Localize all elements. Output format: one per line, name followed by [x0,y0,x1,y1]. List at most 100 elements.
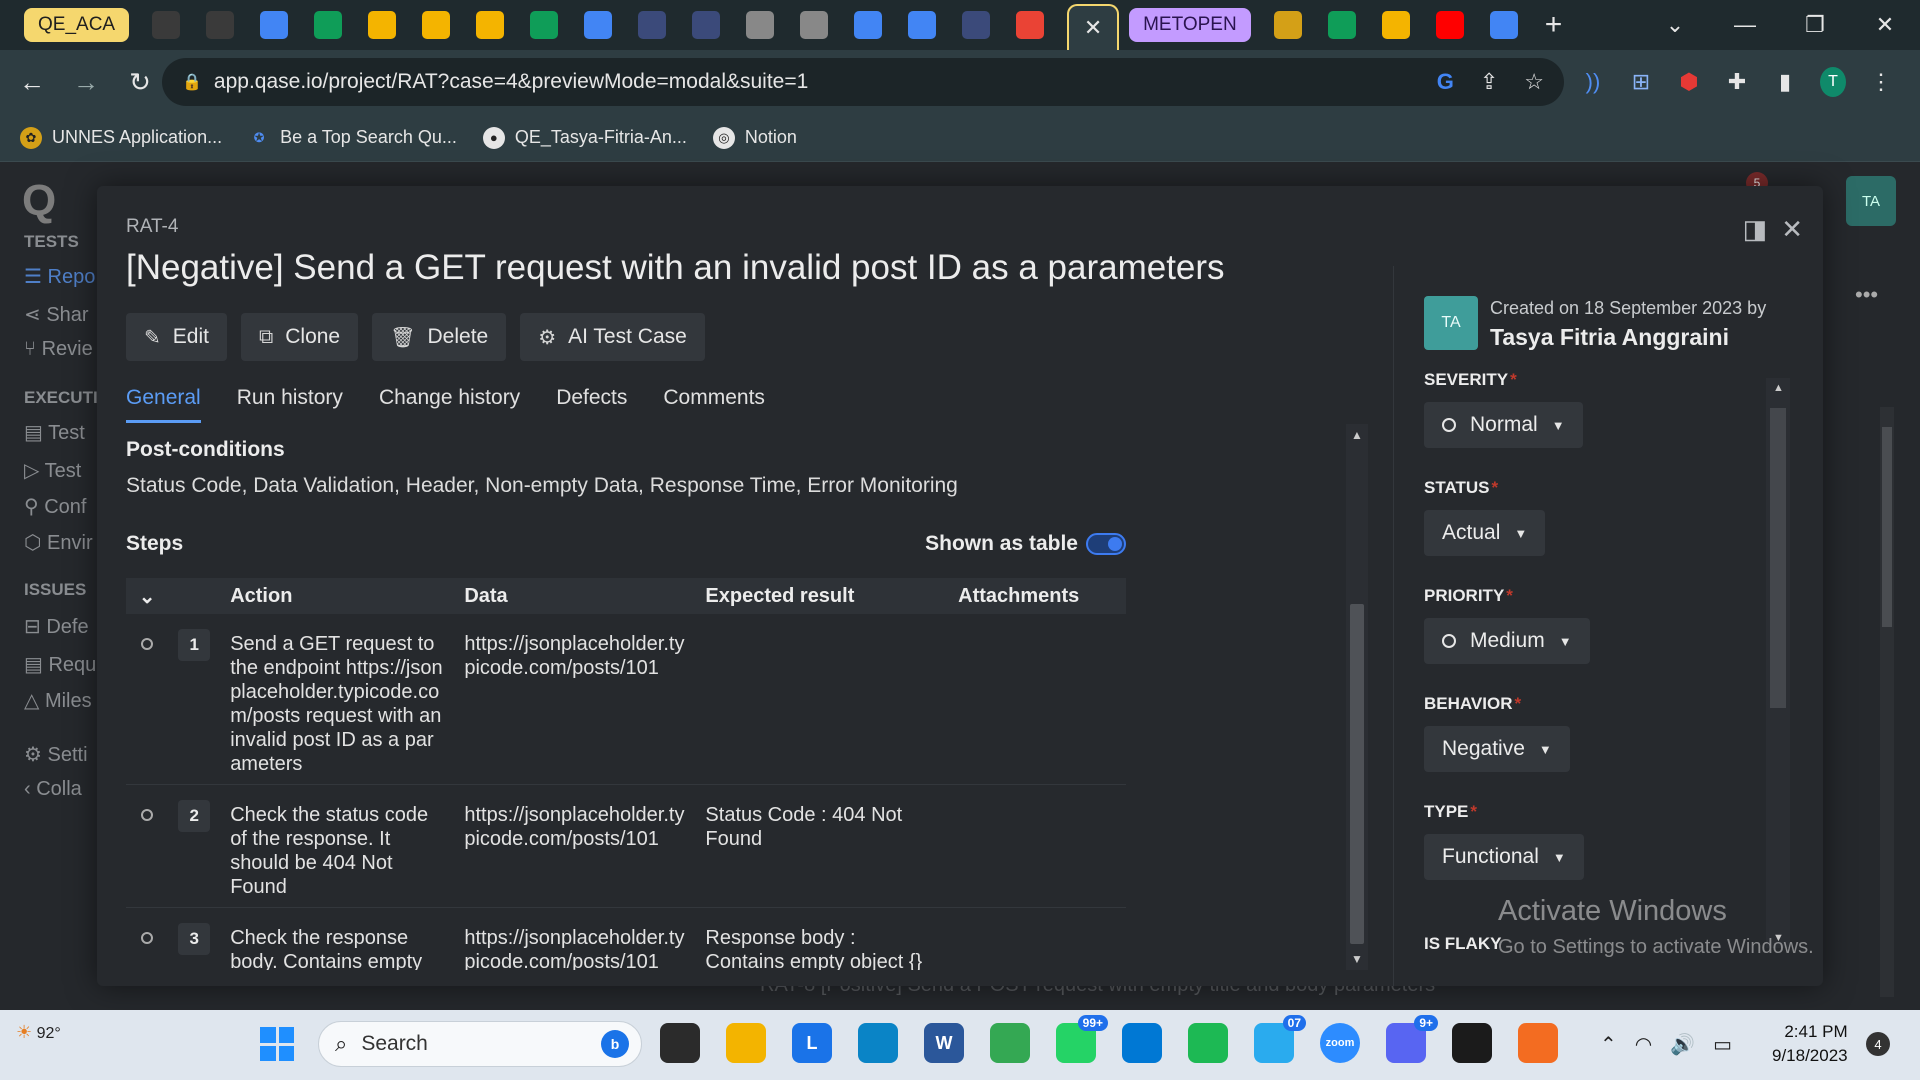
l-app-icon[interactable]: L [792,1023,832,1063]
discord-icon[interactable]: 9+ [1386,1015,1438,1063]
vscode-icon[interactable] [1122,1023,1162,1063]
status-select[interactable]: Actual ▼ [1424,510,1546,556]
weather-widget[interactable]: ☀ 92° [16,1022,61,1043]
clone-button[interactable]: ⧉ Clone [240,313,359,361]
github-icon[interactable] [206,11,235,39]
delete-button[interactable]: 🗑 Delete [372,313,507,361]
type-select[interactable]: Functional ▼ [1424,834,1584,880]
toggle-switch[interactable] [1086,533,1126,555]
tab-group-metopen[interactable]: METOPEN [1129,8,1251,42]
calendar-icon[interactable] [908,11,937,39]
menu-kebab-icon[interactable]: ⋮ [1868,69,1894,95]
extension-translate-icon[interactable]: ⊞ [1628,69,1654,95]
step-status-icon[interactable] [141,638,154,650]
sidebar-item-environments[interactable]: ⬡ Envir [24,530,93,555]
sidebar-item-configurations[interactable]: ⚲ Conf [24,494,86,519]
zoom-icon[interactable]: zoom [1320,1023,1360,1063]
word-icon[interactable]: W [924,1023,964,1063]
bookmark-top-search[interactable]: ✪ Be a Top Search Qu... [248,127,457,149]
bookmark-github[interactable]: ● QE_Tasya-Fitria-An... [482,126,687,149]
app-icon[interactable] [638,11,667,39]
tab-group-qe-aca[interactable]: QE_ACA [24,8,130,42]
priority-select[interactable]: Medium ▼ [1424,618,1590,664]
battery-icon[interactable]: ▭ [1713,1032,1732,1057]
github-icon[interactable] [152,11,181,39]
file-explorer-icon[interactable] [726,1023,766,1063]
step-status-icon[interactable] [141,809,154,821]
properties-scrollbar[interactable]: ▲ ▼ [1766,378,1790,948]
restore-icon[interactable]: ❐ [1780,12,1850,38]
sidebar-item-milestones[interactable]: △ Miles [24,688,92,713]
taskbar-search[interactable]: ⌕ Search b [318,1021,642,1067]
drive-icon[interactable] [368,11,397,39]
docs-icon[interactable] [584,11,613,39]
notification-count[interactable]: 4 [1866,1032,1890,1056]
show-hidden-icons-icon[interactable]: ⌃ [1600,1032,1617,1057]
step-data-link[interactable]: https://jsonplaceholder.typicode.com/pos… [454,907,696,970]
sidebar-item-test-runs[interactable]: ▤ Test [24,420,85,445]
active-tab-close-button[interactable]: ✕ [1067,4,1120,50]
extension-adblock-icon[interactable]: ⬢ [1676,69,1702,95]
wifi-icon[interactable]: ◠ [1635,1032,1652,1057]
table-row[interactable]: 1 Send a GET request to the endpoint htt… [126,614,1126,785]
bookmark-notion[interactable]: ◎ Notion [712,126,797,149]
globe-icon[interactable] [800,11,829,39]
open-panel-icon[interactable]: ◨ [1743,214,1768,245]
drive-icon[interactable] [476,11,505,39]
content-scrollbar[interactable]: ▲ ▼ [1346,424,1368,970]
reload-icon[interactable]: ↻ [118,67,162,98]
extensions-puzzle-icon[interactable]: ✚ [1724,69,1750,95]
forward-icon[interactable]: → [64,67,108,98]
docs-icon[interactable] [260,11,289,39]
behavior-select[interactable]: Negative ▼ [1424,726,1570,772]
tab-change-history[interactable]: Change history [379,386,520,423]
new-tab-button[interactable]: + [1545,8,1563,42]
step-status-icon[interactable] [141,932,154,944]
sidebar-item-test-plans[interactable]: ▷ Test [24,458,81,483]
sidebar-item-settings[interactable]: ⚙ Setti [24,742,88,767]
shown-as-table-toggle[interactable]: Shown as table [925,532,1126,556]
whatsapp-icon[interactable]: 99+ [1056,1015,1108,1063]
severity-select[interactable]: Normal ▼ [1424,402,1583,448]
pen-app-icon[interactable] [1518,1023,1558,1063]
side-panel-icon[interactable]: ▮ [1772,69,1798,95]
more-options-icon[interactable]: ••• [1855,282,1878,308]
collapse-all-icon[interactable]: ⌄ [126,578,169,614]
volume-icon[interactable]: 🔊 [1670,1032,1695,1057]
sidebar-item-repository[interactable]: ☰ Repo [24,264,95,289]
tab-defects[interactable]: Defects [556,386,627,423]
clock[interactable]: 2:41 PM 9/18/2023 [1772,1020,1848,1068]
close-window-icon[interactable]: ✕ [1850,12,1920,38]
sidebar-item-defects[interactable]: ⊟ Defe [24,614,89,639]
docs-icon[interactable] [854,11,883,39]
profile-avatar[interactable]: T [1820,67,1846,97]
edit-button[interactable]: ✎ Edit [126,313,227,361]
url-text[interactable]: app.qase.io/project/RAT?case=4&previewMo… [214,70,808,94]
globe-icon[interactable] [746,11,775,39]
step-data-link[interactable]: https://jsonplaceholder.typicode.com/pos… [454,614,696,785]
close-icon[interactable]: ✕ [1781,214,1803,245]
sidebar-item-collapse[interactable]: ‹ Colla [24,778,82,801]
start-button[interactable] [260,1027,294,1061]
chrome-icon[interactable] [990,1023,1030,1063]
extension-audio-icon[interactable]: )) [1580,69,1606,95]
translate-icon[interactable] [1489,11,1518,39]
user-avatar[interactable]: TA [1846,176,1896,226]
sidebar-item-requirements[interactable]: ▤ Requ [24,652,96,677]
tab-comments[interactable]: Comments [663,386,765,423]
table-row[interactable]: 2 Check the status code of the response.… [126,784,1126,908]
app-icon[interactable] [692,11,721,39]
sticky-notes-icon[interactable] [1452,1023,1492,1063]
sheets-icon[interactable] [314,11,343,39]
app-icon[interactable] [962,11,991,39]
minimize-icon[interactable]: — [1710,12,1780,38]
unnes-icon[interactable] [1273,11,1302,39]
tab-search-icon[interactable]: ⌄ [1640,12,1710,38]
edge-icon[interactable] [858,1023,898,1063]
bookmark-star-icon[interactable]: ☆ [1524,69,1544,95]
step-data-link[interactable]: https://jsonplaceholder.typicode.com/pos… [454,784,696,908]
back-icon[interactable]: ← [10,67,54,98]
gmail-icon[interactable] [1016,11,1045,39]
address-bar[interactable]: 🔒 app.qase.io/project/RAT?case=4&preview… [162,58,1564,106]
spotify-icon[interactable] [1188,1023,1228,1063]
